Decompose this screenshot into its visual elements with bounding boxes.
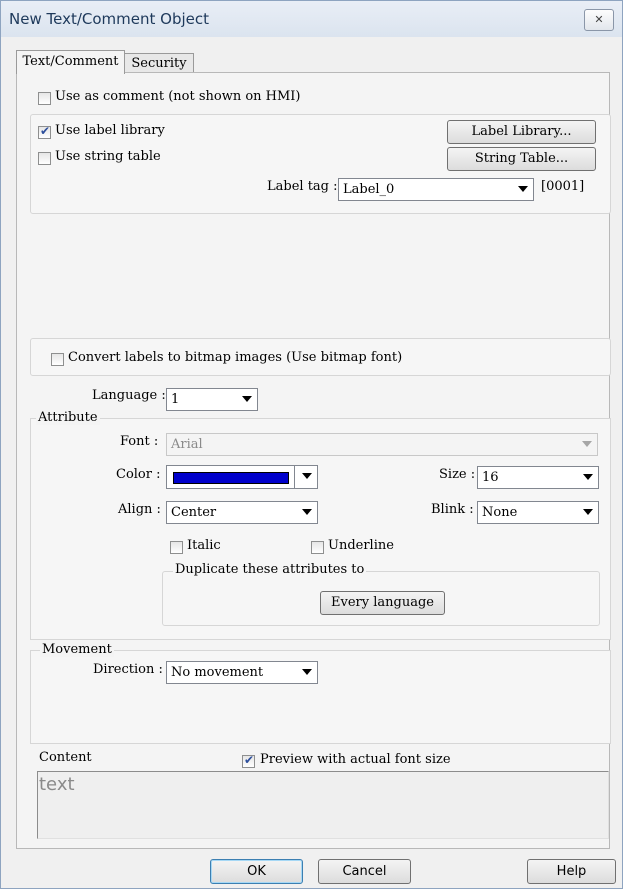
string-table-button[interactable]: String Table... xyxy=(447,147,596,171)
close-icon: ✕ xyxy=(594,13,604,26)
chevron-down-icon xyxy=(582,441,592,447)
chevron-down-icon xyxy=(302,473,312,479)
title-bar[interactable]: New Text/Comment Object ✕ xyxy=(1,1,622,37)
duplicate-title: Duplicate these attributes to xyxy=(173,562,367,577)
preview-checkbox[interactable]: ✔ xyxy=(242,753,255,768)
label-tag-code: [0001] xyxy=(541,179,585,194)
attribute-title: Attribute xyxy=(36,410,100,425)
tab-text-comment[interactable]: Text/Comment xyxy=(16,50,125,74)
dialog-title: New Text/Comment Object xyxy=(9,10,209,28)
content-preview-area[interactable]: text xyxy=(37,771,609,839)
cancel-button-text: Cancel xyxy=(342,864,387,879)
checkmark-icon: ✔ xyxy=(40,124,51,138)
close-button[interactable]: ✕ xyxy=(584,9,614,31)
direction-select[interactable]: No movement xyxy=(166,661,318,684)
font-value: Arial xyxy=(171,437,203,452)
checkmark-icon: ✔ xyxy=(244,753,255,767)
ok-button-text: OK xyxy=(247,864,266,879)
cancel-button[interactable]: Cancel xyxy=(318,859,411,884)
size-select[interactable]: 16 xyxy=(477,466,599,489)
direction-value: No movement xyxy=(171,665,264,680)
font-label: Font : xyxy=(120,434,159,449)
string-table-button-text: String Table... xyxy=(474,151,569,166)
label-tag-select[interactable]: Label_0 xyxy=(338,178,534,201)
label-library-button[interactable]: Label Library... xyxy=(447,120,596,144)
blink-select[interactable]: None xyxy=(477,501,599,524)
italic-label: Italic xyxy=(187,538,221,553)
chevron-down-icon xyxy=(302,509,312,515)
language-label: Language : xyxy=(92,388,166,403)
tab-text-comment-label: Text/Comment xyxy=(22,54,119,69)
use-label-library-checkbox[interactable]: ✔ xyxy=(38,124,51,139)
convert-bitmap-label: Convert labels to bitmap images (Use bit… xyxy=(68,350,403,365)
color-picker[interactable] xyxy=(166,465,318,489)
color-label: Color : xyxy=(116,467,161,482)
language-select[interactable]: 1 xyxy=(166,388,258,411)
chevron-down-icon xyxy=(518,186,528,192)
chevron-down-icon xyxy=(583,474,593,480)
font-select[interactable]: Arial xyxy=(166,433,598,456)
help-button-text: Help xyxy=(556,864,587,879)
use-as-comment-label: Use as comment (not shown on HMI) xyxy=(55,89,301,104)
italic-checkbox[interactable] xyxy=(170,541,183,554)
underline-label: Underline xyxy=(328,538,394,553)
tab-security[interactable]: Security xyxy=(124,53,194,73)
chevron-down-icon xyxy=(242,396,252,402)
use-string-table-label: Use string table xyxy=(55,149,161,164)
content-label: Content xyxy=(39,750,92,765)
color-swatch xyxy=(173,472,289,484)
label-library-button-text: Label Library... xyxy=(471,124,572,139)
size-value: 16 xyxy=(482,470,499,485)
direction-label: Direction : xyxy=(93,662,163,677)
underline-checkbox[interactable] xyxy=(311,541,324,554)
align-value: Center xyxy=(171,505,217,520)
content-preview-text: text xyxy=(39,774,75,795)
use-as-comment-checkbox[interactable] xyxy=(38,92,51,105)
label-tag-label: Label tag : xyxy=(267,179,338,194)
use-label-library-label: Use label library xyxy=(55,123,165,138)
label-tag-value: Label_0 xyxy=(343,182,395,197)
chevron-down-icon xyxy=(302,669,312,675)
color-divider xyxy=(294,466,295,488)
preview-label: Preview with actual font size xyxy=(260,752,451,767)
blink-label: Blink : xyxy=(431,502,474,517)
align-select[interactable]: Center xyxy=(166,501,318,524)
tab-security-label: Security xyxy=(131,56,187,71)
dialog-window: New Text/Comment Object ✕ Text/Comment S… xyxy=(0,0,623,889)
every-language-button[interactable]: Every language xyxy=(320,591,445,615)
help-button[interactable]: Help xyxy=(527,859,616,884)
language-value: 1 xyxy=(171,392,180,407)
blink-value: None xyxy=(482,505,518,520)
align-label: Align : xyxy=(118,502,161,517)
convert-bitmap-checkbox[interactable] xyxy=(51,353,64,366)
use-string-table-checkbox[interactable] xyxy=(38,152,51,165)
ok-button[interactable]: OK xyxy=(210,859,303,884)
movement-title: Movement xyxy=(40,642,114,657)
chevron-down-icon xyxy=(583,509,593,515)
every-language-button-text: Every language xyxy=(331,595,434,610)
size-label: Size : xyxy=(439,467,476,482)
